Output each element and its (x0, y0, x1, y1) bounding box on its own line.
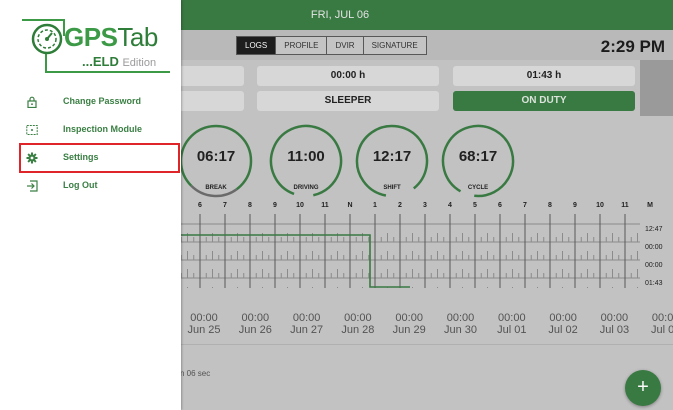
gpstab-logo: GPSTab ...ELD Edition (20, 14, 170, 76)
logout-icon (27, 180, 38, 192)
menu-label-change-password: Change Password (63, 96, 142, 106)
lock-icon (27, 96, 37, 108)
menu-item-inspection-module[interactable]: Inspection Module (0, 116, 181, 144)
brand-gps: GPS (64, 22, 118, 52)
eld-app: FRI, JUL 06 LOGS PROFILE DVIR SIGNATURE … (0, 0, 673, 410)
navigation-drawer: GPSTab ...ELD Edition Change Password In… (0, 0, 181, 410)
inspection-icon (26, 125, 38, 135)
brand-title: GPSTab (64, 22, 158, 53)
edition-eld: ...ELD (82, 54, 119, 69)
brand-tab: Tab (117, 22, 158, 52)
brand-edition: ...ELD Edition (82, 54, 156, 69)
menu-item-log-out[interactable]: Log Out (0, 172, 181, 200)
menu-label-inspection-module: Inspection Module (63, 124, 143, 134)
menu-label-log-out: Log Out (63, 180, 98, 190)
edition-word: Edition (122, 57, 157, 69)
menu-item-change-password[interactable]: Change Password (0, 88, 181, 116)
selected-item-highlight (19, 143, 180, 173)
